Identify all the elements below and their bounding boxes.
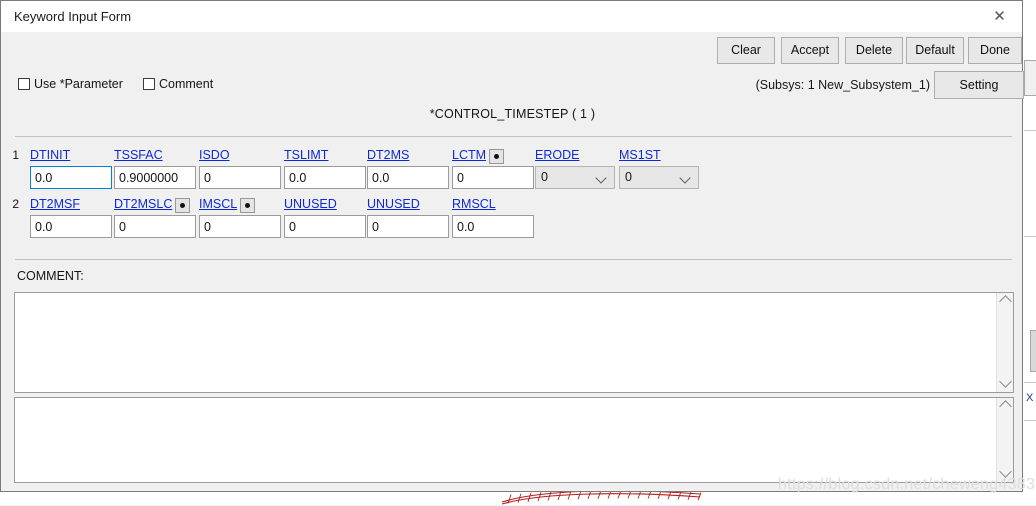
comment-section-label: COMMENT: (17, 269, 84, 283)
bg-divider-2 (1024, 236, 1036, 237)
done-button[interactable]: Done (968, 37, 1022, 64)
keyword-title: *CONTROL_TIMESTEP ( 1 ) (429, 107, 596, 121)
scroll-down-icon[interactable] (999, 465, 1012, 478)
field-label-erode-r1[interactable]: ERODE (535, 148, 579, 162)
titlebar: Keyword Input Form ✕ (1, 1, 1022, 32)
row-number-2: 2 (12, 197, 19, 211)
field-label-dt2msf-r2[interactable]: DT2MSF (30, 197, 80, 211)
field-input-dt2msf-r2[interactable] (30, 215, 112, 238)
subsystem-label: (Subsys: 1 New_Subsystem_1) (755, 78, 930, 92)
accept-button[interactable]: Accept (781, 37, 839, 64)
field-input-unused-r2[interactable] (284, 215, 366, 238)
field-label-tslimt-r1[interactable]: TSLIMT (284, 148, 328, 162)
close-icon[interactable]: ✕ (977, 1, 1022, 31)
chevron-down-icon[interactable] (595, 172, 607, 184)
field-label-imscl-r2[interactable]: IMSCL (199, 197, 237, 211)
comment-checkbox-label: Comment (159, 77, 214, 91)
field-input-rmscl-r2[interactable] (452, 215, 534, 238)
field-input-imscl-r2[interactable] (199, 215, 281, 238)
separator-bottom (15, 259, 1012, 260)
dot-button-imscl-icon[interactable] (240, 198, 255, 213)
use-parameter-checkbox[interactable]: Use *Parameter (18, 77, 123, 91)
keyword-input-form-dialog: Keyword Input Form ✕ Clear Accept Delete… (0, 0, 1024, 492)
field-input-lctm-r1[interactable] (452, 166, 534, 189)
scroll-up-icon[interactable] (999, 400, 1012, 413)
checkbox-box-icon (143, 78, 155, 90)
field-label-lctm-r1[interactable]: LCTM (452, 148, 486, 162)
field-label-unused-r2[interactable]: UNUSED (367, 197, 420, 211)
field-input-dtinit-r1[interactable] (30, 166, 112, 189)
field-label-rmscl-r2[interactable]: RMSCL (452, 197, 496, 211)
separator-top (15, 136, 1012, 137)
bg-panel-top (1024, 60, 1036, 96)
field-input-tssfac-r1[interactable] (114, 166, 196, 189)
window-title: Keyword Input Form (14, 9, 132, 24)
delete-button[interactable]: Delete (845, 37, 903, 64)
field-label-isdo-r1[interactable]: ISDO (199, 148, 230, 162)
field-label-ms1st-r1[interactable]: MS1ST (619, 148, 661, 162)
field-input-unused-r2[interactable] (367, 215, 449, 238)
bg-divider-4 (1024, 420, 1036, 421)
comment-checkbox[interactable]: Comment (143, 77, 213, 91)
bg-divider-3 (1024, 382, 1036, 383)
field-input-isdo-r1[interactable] (199, 166, 281, 189)
default-button[interactable]: Default (906, 37, 964, 64)
field-input-tslimt-r1[interactable] (284, 166, 366, 189)
setting-button[interactable]: Setting (934, 71, 1024, 99)
field-label-dt2ms-r1[interactable]: DT2MS (367, 148, 409, 162)
checkbox-box-icon (18, 78, 30, 90)
scroll-down-icon[interactable] (999, 375, 1012, 388)
field-label-tssfac-r1[interactable]: TSSFAC (114, 148, 163, 162)
scrollbar-thumb[interactable] (998, 309, 1012, 376)
use-parameter-label: Use *Parameter (34, 77, 123, 91)
scroll-up-icon[interactable] (999, 295, 1012, 308)
field-label-unused-r2[interactable]: UNUSED (284, 197, 337, 211)
bg-scroll-thumb (1030, 330, 1036, 372)
comment-textarea-2[interactable] (14, 397, 1014, 483)
comment-textarea-2-scrollbar[interactable] (996, 398, 1013, 482)
comment-textarea-1-scrollbar[interactable] (996, 293, 1013, 392)
dot-button-lctm-icon[interactable] (489, 149, 504, 164)
field-select-erode[interactable]: 0 (535, 166, 615, 189)
dot-button-dt2mslc-icon[interactable] (175, 198, 190, 213)
bg-divider-1 (1024, 130, 1036, 131)
field-select-value: 0 (625, 170, 632, 184)
field-input-dt2ms-r1[interactable] (367, 166, 449, 189)
comment-textarea-1[interactable] (14, 292, 1014, 393)
field-label-dtinit-r1[interactable]: DTINIT (30, 148, 70, 162)
row-number-1: 1 (12, 148, 19, 162)
chevron-down-icon[interactable] (679, 172, 691, 184)
field-label-dt2mslc-r2[interactable]: DT2MSLC (114, 197, 172, 211)
field-select-ms1st[interactable]: 0 (619, 166, 699, 189)
field-input-dt2mslc-r2[interactable] (114, 215, 196, 238)
field-select-value: 0 (541, 170, 548, 184)
scrollbar-thumb[interactable] (998, 414, 1012, 466)
clear-button[interactable]: Clear (717, 37, 775, 64)
bg-close-marker: X (1026, 392, 1034, 404)
